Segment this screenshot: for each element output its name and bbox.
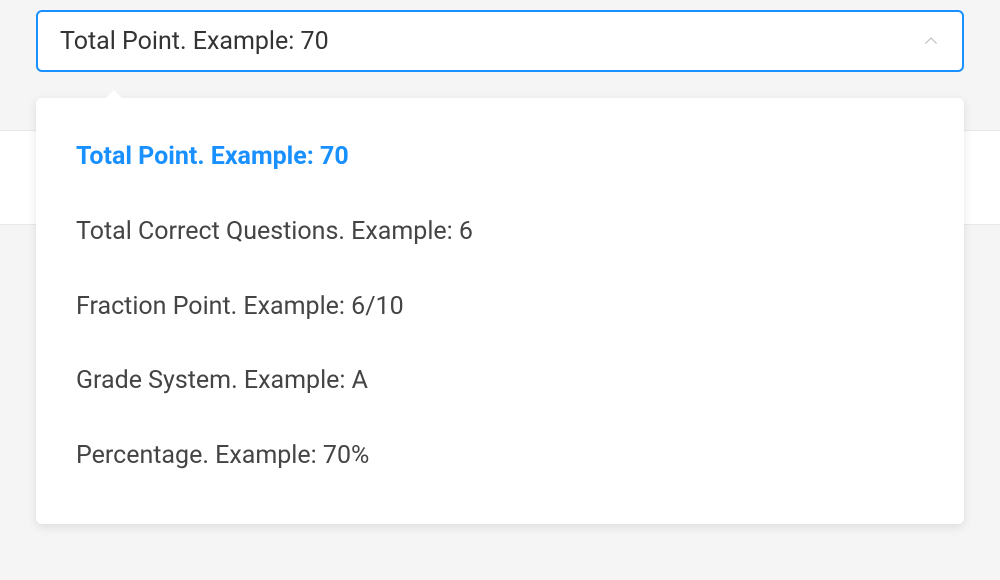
select-value: Total Point. Example: 70: [60, 27, 329, 56]
dropdown-option-label: Percentage. Example: 70%: [76, 441, 369, 470]
dropdown-option-label: Total Correct Questions. Example: 6: [76, 217, 473, 246]
chevron-up-icon: [922, 32, 940, 50]
dropdown-option-fraction-point[interactable]: Fraction Point. Example: 6/10: [36, 270, 964, 345]
dropdown-option-label: Total Point. Example: 70: [76, 142, 349, 171]
dropdown-option-label: Fraction Point. Example: 6/10: [76, 292, 404, 321]
grading-type-select[interactable]: Total Point. Example: 70: [36, 10, 964, 72]
dropdown-option-grade-system[interactable]: Grade System. Example: A: [36, 344, 964, 419]
dropdown-option-percentage[interactable]: Percentage. Example: 70%: [36, 419, 964, 494]
dropdown-menu: Total Point. Example: 70 Total Correct Q…: [36, 98, 964, 524]
dropdown-option-total-point[interactable]: Total Point. Example: 70: [36, 120, 964, 195]
select-container: Total Point. Example: 70 Total Point. Ex…: [36, 10, 964, 72]
dropdown-option-total-correct[interactable]: Total Correct Questions. Example: 6: [36, 195, 964, 270]
dropdown-option-label: Grade System. Example: A: [76, 366, 368, 395]
